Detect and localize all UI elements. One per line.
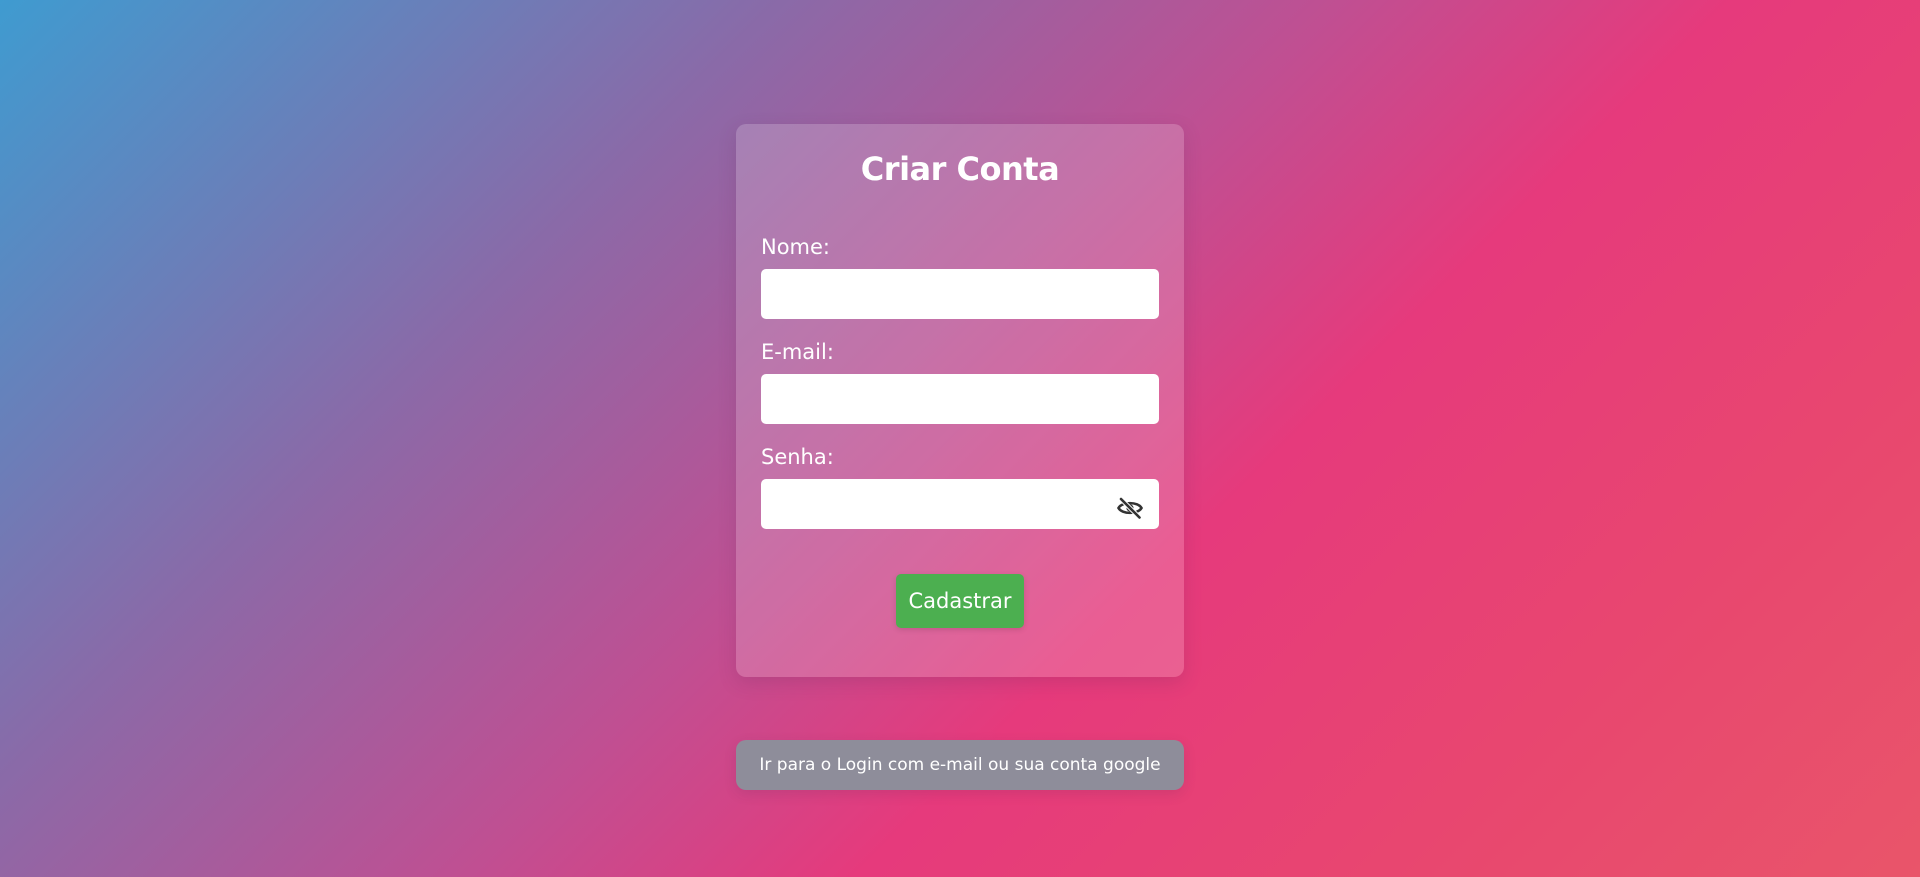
signup-card: Criar Conta Nome: E-mail: Senha: Cadastr…	[736, 124, 1184, 677]
name-label: Nome:	[761, 235, 831, 259]
eye-slash-icon[interactable]	[1116, 494, 1144, 522]
password-label: Senha:	[761, 445, 834, 469]
email-input[interactable]	[761, 374, 1159, 424]
password-input[interactable]	[761, 479, 1159, 529]
name-input[interactable]	[761, 269, 1159, 319]
login-link-button[interactable]: Ir para o Login com e-mail ou sua conta …	[736, 740, 1184, 790]
page-title: Criar Conta	[860, 150, 1060, 188]
email-label: E-mail:	[761, 340, 834, 364]
register-button[interactable]: Cadastrar	[896, 574, 1024, 628]
